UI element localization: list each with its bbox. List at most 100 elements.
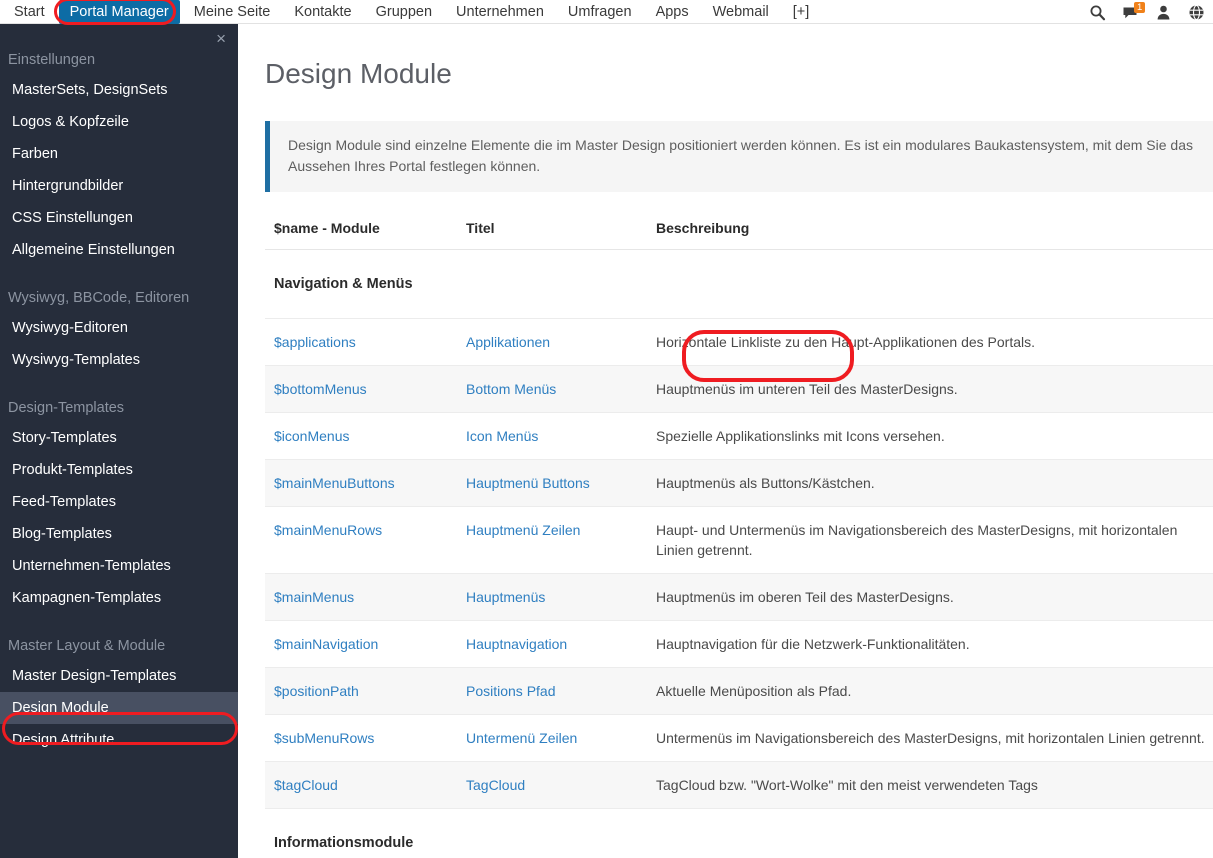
globe-icon[interactable] bbox=[1188, 4, 1205, 21]
module-titel-link[interactable]: TagCloud bbox=[466, 777, 525, 793]
sidebar-group-title: Einstellungen bbox=[8, 52, 96, 68]
sidebar-item-blog-templates[interactable]: Blog-Templates bbox=[0, 518, 238, 550]
table-row: $positionPath Positions Pfad Aktuelle Menü… bbox=[265, 667, 1213, 715]
nav-item-kontakte[interactable]: Kontakte bbox=[284, 1, 361, 23]
cell-titel: Icon Menüs bbox=[457, 412, 647, 460]
cell-beschreibung: Spezielle Applikationslinks mit Icons ve… bbox=[647, 412, 1213, 460]
module-titel-link[interactable]: Applikationen bbox=[466, 334, 550, 350]
module-name-link[interactable]: $iconMenus bbox=[274, 428, 350, 444]
main-content: Design Module Design Module sind einzeln… bbox=[238, 24, 1213, 858]
nav-item-gruppen[interactable]: Gruppen bbox=[366, 1, 442, 23]
cell-titel: Hauptmenü Zeilen bbox=[457, 506, 647, 574]
search-icon[interactable] bbox=[1089, 4, 1106, 21]
nav-item-[interactable]: [+] bbox=[783, 1, 820, 23]
table-header-row: $name - Module Titel Beschreibung bbox=[265, 210, 1213, 250]
module-titel-link[interactable]: Bottom Menüs bbox=[466, 381, 556, 397]
sidebar-item-hintergrundbilder[interactable]: Hintergrundbilder bbox=[0, 170, 238, 202]
table-row: $applications Applikationen Horizontale Li… bbox=[265, 318, 1213, 366]
cell-module-name: $subMenuRows bbox=[265, 714, 457, 762]
cell-titel: TagCloud bbox=[457, 761, 647, 809]
sidebar: × Einstellungen MasterSets, DesignSets Log… bbox=[0, 24, 238, 858]
sidebar-item-design-module[interactable]: Design Module bbox=[0, 692, 238, 724]
cell-titel: Positions Pfad bbox=[457, 667, 647, 715]
nav-item-umfragen[interactable]: Umfragen bbox=[558, 1, 642, 23]
nav-item-webmail[interactable]: Webmail bbox=[703, 1, 779, 23]
sidebar-item-design-attribute[interactable]: Design Attribute bbox=[0, 724, 238, 756]
module-titel-link[interactable]: Untermenü Zeilen bbox=[466, 730, 577, 746]
sidebar-item-unternehmen-templates[interactable]: Unternehmen-Templates bbox=[0, 550, 238, 582]
cell-module-name: $positionPath bbox=[265, 667, 457, 715]
column-header-titel: Titel bbox=[457, 210, 647, 250]
module-name-link[interactable]: $mainMenus bbox=[274, 589, 354, 605]
sidebar-item-mastersets-designsets[interactable]: MasterSets, DesignSets bbox=[0, 74, 238, 106]
sidebar-item-allgemeine-einstellungen[interactable]: Allgemeine Einstellungen bbox=[0, 234, 238, 266]
cell-titel: Hauptnavigation bbox=[457, 620, 647, 668]
module-titel-link[interactable]: Hauptmenüs bbox=[466, 589, 545, 605]
module-name-link[interactable]: $applications bbox=[274, 334, 356, 350]
cell-module-name: $mainMenuButtons bbox=[265, 459, 457, 507]
page-title: Design Module bbox=[265, 58, 452, 89]
sidebar-item-farben[interactable]: Farben bbox=[0, 138, 238, 170]
design-modules-table: $name - Module Titel Beschreibung Naviga… bbox=[265, 210, 1213, 858]
sidebar-item-produkt-templates[interactable]: Produkt-Templates bbox=[0, 454, 238, 486]
nav-item-start[interactable]: Start bbox=[4, 1, 55, 23]
info-box-text: Design Module sind einzelne Elemente die… bbox=[288, 137, 1194, 174]
table-section-row: Informationsmodule bbox=[265, 808, 1213, 858]
module-name-link[interactable]: $bottomMenus bbox=[274, 381, 367, 397]
table-body: Navigation & Menüs $applications Applikati… bbox=[265, 249, 1213, 858]
table-row: $mainNavigation Hauptnavigation Hauptnavig… bbox=[265, 620, 1213, 668]
table-row: $tagCloud TagCloud TagCloud bzw. "Wort-Wol… bbox=[265, 761, 1213, 809]
sidebar-item-wysiwyg-editoren[interactable]: Wysiwyg-Editoren bbox=[0, 312, 238, 344]
message-icon[interactable]: 1 bbox=[1122, 1, 1146, 21]
column-header-beschreibung: Beschreibung bbox=[647, 210, 1213, 250]
table-section-row: Navigation & Menüs bbox=[265, 249, 1213, 319]
module-name-link[interactable]: $mainNavigation bbox=[274, 636, 378, 652]
cell-module-name: $bottomMenus bbox=[265, 365, 457, 413]
top-nav-icon-group: 1 bbox=[1089, 0, 1205, 24]
module-name-link[interactable]: $positionPath bbox=[274, 683, 359, 699]
sidebar-item-logos-kopfzeile[interactable]: Logos & Kopfzeile bbox=[0, 106, 238, 138]
column-header-name: $name - Module bbox=[265, 210, 457, 250]
cell-beschreibung: Hauptmenüs als Buttons/Kästchen. bbox=[647, 459, 1213, 507]
nav-item-apps[interactable]: Apps bbox=[646, 1, 699, 23]
module-titel-link[interactable]: Hauptnavigation bbox=[466, 636, 567, 652]
module-titel-link[interactable]: Hauptmenü Zeilen bbox=[466, 522, 580, 538]
user-icon[interactable] bbox=[1155, 4, 1172, 21]
top-navigation-bar: Start Portal Manager Meine Seite Kontakte Gr… bbox=[0, 0, 1213, 24]
sidebar-item-master-design-templates[interactable]: Master Design-Templates bbox=[0, 660, 238, 692]
top-nav-items: Start Portal Manager Meine Seite Kontakte Gr… bbox=[0, 0, 821, 24]
table-row: $mainMenuButtons Hauptmenü Buttons Hauptme… bbox=[265, 459, 1213, 507]
cell-beschreibung: TagCloud bzw. "Wort-Wolke" mit den meist… bbox=[647, 761, 1213, 809]
sidebar-item-wysiwyg-templates[interactable]: Wysiwyg-Templates bbox=[0, 344, 238, 376]
nav-item-meine-seite[interactable]: Meine Seite bbox=[184, 1, 281, 23]
cell-module-name: $tagCloud bbox=[265, 761, 457, 809]
module-name-link[interactable]: $subMenuRows bbox=[274, 730, 374, 746]
cell-module-name: $iconMenus bbox=[265, 412, 457, 460]
cell-titel: Untermenü Zeilen bbox=[457, 714, 647, 762]
cell-module-name: $applications bbox=[265, 318, 457, 366]
module-titel-link[interactable]: Positions Pfad bbox=[466, 683, 556, 699]
module-name-link[interactable]: $mainMenuRows bbox=[274, 522, 382, 538]
table-row: $subMenuRows Untermenü Zeilen Untermenüs i… bbox=[265, 714, 1213, 762]
cell-beschreibung: Hauptmenüs im oberen Teil des MasterDesi… bbox=[647, 573, 1213, 621]
cell-module-name: $mainMenuRows bbox=[265, 506, 457, 574]
sidebar-item-feed-templates[interactable]: Feed-Templates bbox=[0, 486, 238, 518]
table-row: $bottomMenus Bottom Menüs Hauptmenüs im un… bbox=[265, 365, 1213, 413]
table-row: $mainMenuRows Hauptmenü Zeilen Haupt- und … bbox=[265, 506, 1213, 574]
module-name-link[interactable]: $mainMenuButtons bbox=[274, 475, 395, 491]
sidebar-item-story-templates[interactable]: Story-Templates bbox=[0, 422, 238, 454]
cell-titel: Applikationen bbox=[457, 318, 647, 366]
sidebar-group-title: Master Layout & Module bbox=[8, 638, 166, 654]
cell-beschreibung: Horizontale Linkliste zu den Haupt-Appli… bbox=[647, 318, 1213, 366]
sidebar-item-kampagnen-templates[interactable]: Kampagnen-Templates bbox=[0, 582, 238, 614]
nav-item-unternehmen[interactable]: Unternehmen bbox=[446, 1, 554, 23]
cell-module-name: $mainMenus bbox=[265, 573, 457, 621]
module-titel-link[interactable]: Icon Menüs bbox=[466, 428, 538, 444]
table-section-label: Navigation & Menüs bbox=[265, 249, 1213, 319]
sidebar-item-css-einstellungen[interactable]: CSS Einstellungen bbox=[0, 202, 238, 234]
module-name-link[interactable]: $tagCloud bbox=[274, 777, 338, 793]
cell-module-name: $mainNavigation bbox=[265, 620, 457, 668]
module-titel-link[interactable]: Hauptmenü Buttons bbox=[466, 475, 590, 491]
close-icon[interactable]: × bbox=[216, 30, 226, 47]
nav-item-portal-manager[interactable]: Portal Manager bbox=[58, 0, 180, 24]
